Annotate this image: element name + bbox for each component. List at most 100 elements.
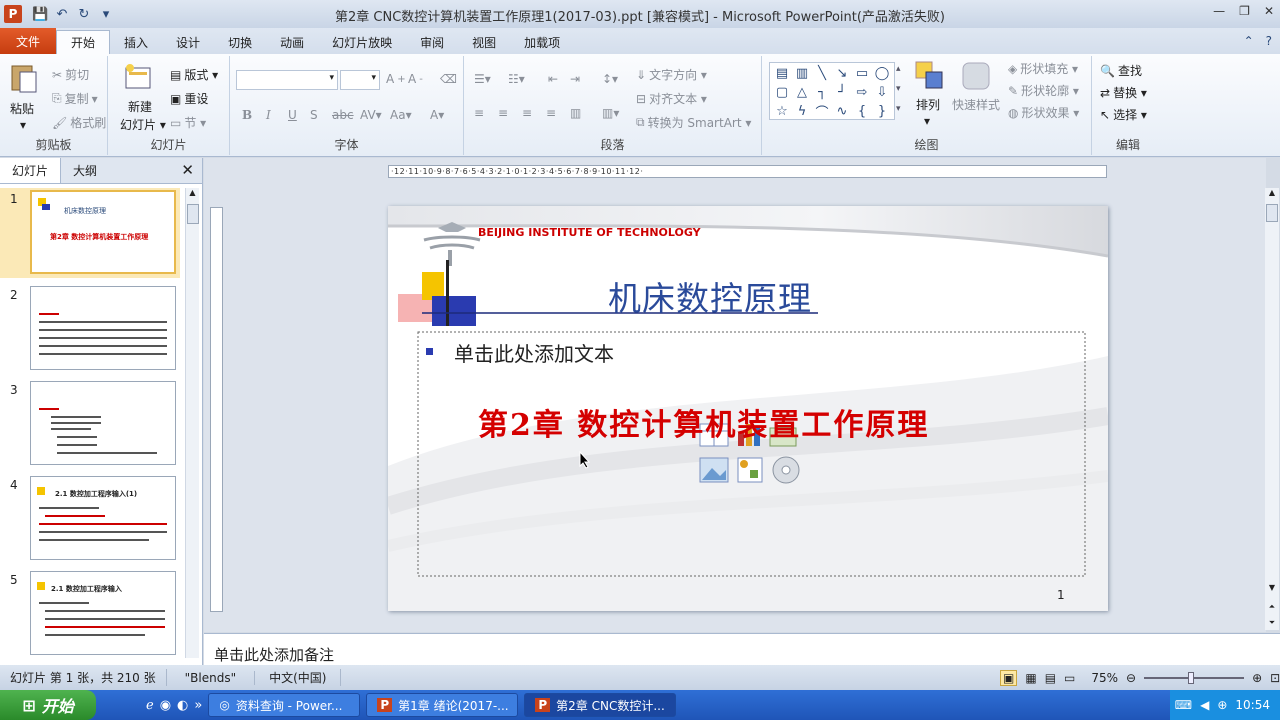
slide-thumbnail-1[interactable]: 1 机床数控原理 第2章 数控计算机装置工作原理 <box>0 188 180 278</box>
shapes-scroll-down-icon[interactable]: ▾ <box>896 84 901 94</box>
undo-icon[interactable]: ↶ <box>54 7 70 22</box>
quick-styles-button[interactable]: 快速样式 <box>952 96 1000 113</box>
next-slide-icon[interactable]: ⏷ <box>1265 618 1279 628</box>
replace-button[interactable]: ⇄ 替换 ▾ <box>1100 84 1147 101</box>
tab-file[interactable]: 文件 <box>0 28 57 54</box>
close-panel-icon[interactable]: ✕ <box>181 161 194 179</box>
paste-icon[interactable] <box>8 62 40 94</box>
taskbar-item-1[interactable]: ◎ 资料查询 - Power... <box>208 693 361 717</box>
align-center-icon[interactable]: ≡ <box>498 106 508 120</box>
shape-effects-button[interactable]: ◍ 形状效果 ▾ <box>1008 104 1079 121</box>
star-shape-icon[interactable]: ☆ <box>772 102 792 121</box>
strikethrough-icon[interactable]: abc <box>332 108 354 122</box>
layout-button[interactable]: ▤ 版式 ▾ <box>170 66 218 83</box>
underline-icon[interactable]: U <box>288 108 297 122</box>
grow-font-icon[interactable]: A + <box>386 72 406 86</box>
scroll-thumb[interactable] <box>187 204 199 224</box>
tab-design[interactable]: 设计 <box>162 30 214 54</box>
find-button[interactable]: 🔍 查找 <box>1100 62 1142 79</box>
new-slide-icon[interactable] <box>122 62 154 94</box>
fit-slide-icon[interactable]: ⊡ <box>1270 671 1280 685</box>
tab-home[interactable]: 开始 <box>56 30 111 54</box>
font-size-select[interactable]: ▾ <box>340 70 380 90</box>
copy-button[interactable]: ⎘ 复制 ▾ <box>52 90 98 107</box>
left-brace-shape-icon[interactable]: { <box>852 102 872 121</box>
smartart-button[interactable]: ⧉ 转换为 SmartArt ▾ <box>636 114 751 131</box>
bullets-icon[interactable]: ☰▾ <box>474 72 491 86</box>
shape-fill-button[interactable]: ◈ 形状填充 ▾ <box>1008 60 1078 77</box>
line-spacing-icon[interactable]: ↕▾ <box>602 72 618 86</box>
slide-sorter-icon[interactable]: ▦ <box>1025 671 1036 685</box>
language-indicator[interactable]: 中文(中国) <box>255 669 342 686</box>
tab-outline[interactable]: 大纲 <box>61 158 109 183</box>
zoom-level[interactable]: 75% <box>1091 671 1118 685</box>
reset-button[interactable]: ▣ 重设 <box>170 90 208 107</box>
browser-icon[interactable]: ◐ <box>177 698 188 713</box>
justify-icon[interactable]: ≡ <box>546 106 556 120</box>
slide-canvas[interactable]: BEIJING INSTITUTE OF TECHNOLOGY 机床数控原理 单… <box>388 206 1108 611</box>
zoom-slider-thumb[interactable] <box>1188 671 1195 684</box>
ie-icon[interactable]: ℯ <box>146 698 154 713</box>
increase-indent-icon[interactable]: ⇥ <box>570 72 580 86</box>
restore-icon[interactable]: ❐ <box>1239 4 1250 18</box>
zoom-slider[interactable] <box>1144 671 1245 684</box>
notes-pane[interactable]: 单击此处添加备注 <box>204 633 1280 665</box>
freeform-shape-icon[interactable]: ∿ <box>832 102 852 121</box>
arrange-button[interactable]: 排列 <box>916 96 940 113</box>
start-button[interactable]: ⊞ 开始 <box>0 690 96 720</box>
elbow-connector-shape-icon[interactable]: ┐ <box>812 83 832 102</box>
tab-transitions[interactable]: 切换 <box>214 30 266 54</box>
shadow-icon[interactable]: S <box>310 108 318 122</box>
slides-panel-scrollbar[interactable]: ▲ <box>185 188 199 658</box>
clear-format-icon[interactable]: ⌫ <box>440 72 457 86</box>
normal-view-icon[interactable]: ▣ <box>1000 669 1018 686</box>
scroll-up-icon[interactable]: ▲ <box>186 188 199 197</box>
align-right-icon[interactable]: ≡ <box>522 106 532 120</box>
format-painter-button[interactable]: 🖌 格式刷 <box>52 114 106 131</box>
keyboard-icon[interactable]: ⌨ <box>1175 698 1192 712</box>
lightning-shape-icon[interactable]: ϟ <box>792 102 812 121</box>
shape-outline-button[interactable]: ✎ 形状轮廓 ▾ <box>1008 82 1079 99</box>
oval-shape-icon[interactable]: ◯ <box>872 64 892 83</box>
shapes-scroll-up-icon[interactable]: ▴ <box>896 64 901 74</box>
arrow-line-shape-icon[interactable]: ↘ <box>832 64 852 83</box>
decrease-indent-icon[interactable]: ⇤ <box>548 72 558 86</box>
help-icon[interactable]: ? <box>1266 34 1272 48</box>
font-color-icon[interactable]: A▾ <box>430 108 444 122</box>
line-shape-icon[interactable]: ╲ <box>812 64 832 83</box>
slide-title[interactable]: 机床数控原理 <box>608 272 812 320</box>
previous-slide-icon[interactable]: ⏶ <box>1265 602 1279 612</box>
main-scroll-thumb[interactable] <box>1266 204 1278 222</box>
align-text-button[interactable]: ⊟ 对齐文本 ▾ <box>636 90 707 107</box>
chapter-title[interactable]: 第2章 数控计算机装置工作原理 <box>478 400 929 444</box>
slideshow-view-icon[interactable]: ▭ <box>1064 671 1075 685</box>
new-slide-button[interactable]: 新建 <box>128 98 152 115</box>
vtextbox-shape-icon[interactable]: ▥ <box>792 64 812 83</box>
textbox-shape-icon[interactable]: ▤ <box>772 64 792 83</box>
minimize-ribbon-icon[interactable]: ⌃ <box>1244 34 1254 48</box>
curve-shape-icon[interactable]: ⌒ <box>812 102 832 121</box>
distributed-icon[interactable]: ▥ <box>570 106 581 120</box>
arrange-icon[interactable] <box>914 60 946 92</box>
taskbar-item-2[interactable]: P 第1章 绪论(2017-... <box>366 693 519 717</box>
main-scrollbar[interactable]: ▲ ▼ ⏶ ⏷ <box>1265 188 1279 630</box>
arrange-dropdown-icon[interactable]: ▾ <box>924 114 930 128</box>
char-spacing-icon[interactable]: AV▾ <box>360 108 382 122</box>
shapes-gallery[interactable]: ▤ ▥ ╲ ↘ ▭ ◯ ▢ △ ┐ ┘ ⇨ ⇩ ☆ ϟ ⌒ ∿ { } <box>769 62 895 121</box>
down-arrow-shape-icon[interactable]: ⇩ <box>872 83 892 102</box>
bold-icon[interactable]: B <box>242 108 252 122</box>
rectangle-shape-icon[interactable]: ▭ <box>852 64 872 83</box>
slide-thumbnail-3[interactable]: 3 <box>0 379 180 467</box>
quick-styles-icon[interactable] <box>960 60 992 92</box>
tray-expand-icon[interactable]: ◀ <box>1200 698 1209 712</box>
slide-thumbnail-4[interactable]: 4 2.1 数控加工程序输入(1) <box>0 474 180 562</box>
tab-view[interactable]: 视图 <box>458 30 510 54</box>
align-left-icon[interactable]: ≡ <box>474 106 484 120</box>
italic-icon[interactable]: I <box>266 108 271 122</box>
columns-icon[interactable]: ▥▾ <box>602 106 619 120</box>
tab-slideshow[interactable]: 幻灯片放映 <box>318 30 406 54</box>
more-quicklaunch-icon[interactable]: » <box>194 698 202 713</box>
zoom-out-icon[interactable]: ⊖ <box>1126 671 1136 685</box>
right-brace-shape-icon[interactable]: } <box>872 102 892 121</box>
tab-animations[interactable]: 动画 <box>266 30 318 54</box>
